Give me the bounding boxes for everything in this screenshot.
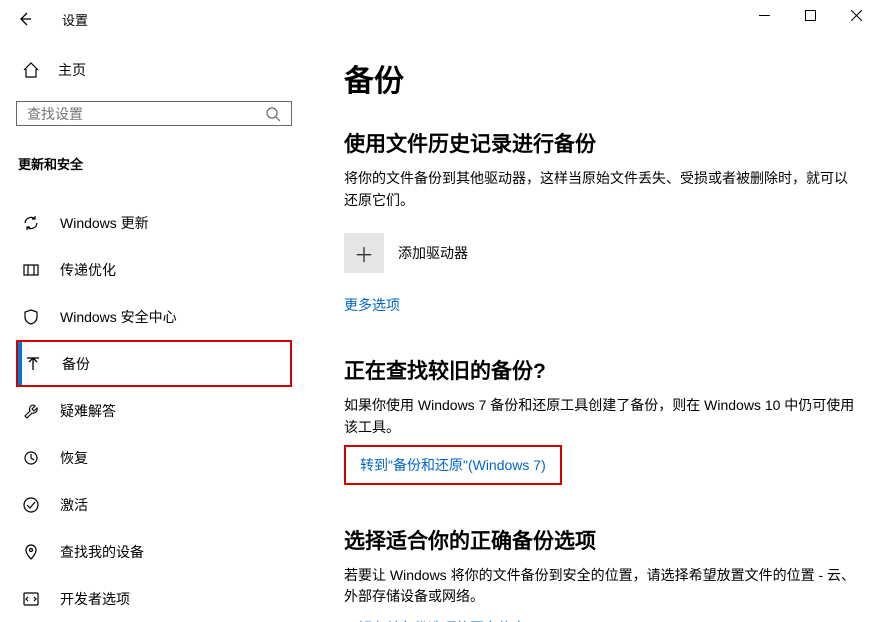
sync-icon: [22, 214, 40, 232]
nav-label: 开发者选项: [60, 589, 130, 609]
section1-body: 将你的文件备份到其他驱动器，这样当原始文件丢失、受损或者被删除时，就可以还原它们…: [344, 168, 857, 211]
section3-heading: 选择适合你的正确备份选项: [344, 525, 857, 555]
search-icon: [265, 106, 281, 122]
home-icon: [22, 61, 40, 79]
nav-item-backup[interactable]: 备份: [16, 340, 292, 387]
nav-item-delivery-optimization[interactable]: 传递优化: [16, 246, 292, 293]
nav-item-windows-update[interactable]: Windows 更新: [16, 199, 292, 246]
nav-label: 查找我的设备: [60, 542, 144, 562]
section-label: 更新和安全: [16, 154, 292, 173]
section1-heading: 使用文件历史记录进行备份: [344, 128, 857, 158]
nav-label: 疑难解答: [60, 401, 116, 421]
close-button[interactable]: [833, 0, 879, 30]
titlebar: 设置: [0, 0, 885, 38]
main-content: 备份 使用文件历史记录进行备份 将你的文件备份到其他驱动器，这样当原始文件丢失、…: [308, 38, 885, 622]
nav-item-activation[interactable]: 激活: [16, 481, 292, 528]
recovery-icon: [22, 449, 40, 467]
learn-more-backup-link[interactable]: 了解有关备份选项的更多信息: [344, 618, 526, 622]
nav-item-recovery[interactable]: 恢复: [16, 434, 292, 481]
activation-icon: [22, 496, 40, 514]
nav-label: Windows 更新: [60, 213, 149, 233]
search-input[interactable]: [27, 106, 265, 122]
nav-list: Windows 更新 传递优化 Windows 安全中心 备份: [16, 199, 292, 622]
nav-label: 恢复: [60, 448, 88, 468]
nav-label: 备份: [62, 354, 90, 374]
section2-body: 如果你使用 Windows 7 备份和还原工具创建了备份，则在 Windows …: [344, 395, 857, 438]
maximize-button[interactable]: [787, 0, 833, 30]
minimize-button[interactable]: [741, 0, 787, 30]
nav-label: 传递优化: [60, 260, 116, 280]
search-box[interactable]: [16, 101, 292, 126]
goto-backup-restore-link[interactable]: 转到"备份和还原"(Windows 7): [360, 455, 546, 475]
section2-heading: 正在查找较旧的备份?: [344, 355, 857, 385]
section3-body: 若要让 Windows 将你的文件备份到安全的位置，请选择希望放置文件的位置 -…: [344, 565, 857, 608]
nav-item-developer[interactable]: 开发者选项: [16, 575, 292, 622]
nav-label: 激活: [60, 495, 88, 515]
nav-item-find-my-device[interactable]: 查找我的设备: [16, 528, 292, 575]
page-title: 备份: [344, 56, 857, 100]
add-drive-label: 添加驱动器: [398, 243, 468, 263]
add-drive-button[interactable]: ＋ 添加驱动器: [344, 233, 857, 273]
troubleshoot-icon: [22, 402, 40, 420]
nav-label: Windows 安全中心: [60, 307, 177, 327]
nav-item-troubleshoot[interactable]: 疑难解答: [16, 387, 292, 434]
shield-icon: [22, 308, 40, 326]
sidebar: 主页 更新和安全 Windows 更新 传递优化: [0, 38, 308, 622]
home-link[interactable]: 主页: [16, 56, 292, 83]
delivery-icon: [22, 261, 40, 279]
developer-icon: [22, 590, 40, 608]
back-button[interactable]: [14, 8, 36, 30]
window-title: 设置: [62, 10, 88, 29]
more-options-link[interactable]: 更多选项: [344, 295, 400, 315]
nav-item-windows-security[interactable]: Windows 安全中心: [16, 293, 292, 340]
plus-icon: ＋: [344, 233, 384, 273]
backup-icon: [24, 355, 42, 373]
location-icon: [22, 543, 40, 561]
home-label: 主页: [58, 60, 86, 80]
